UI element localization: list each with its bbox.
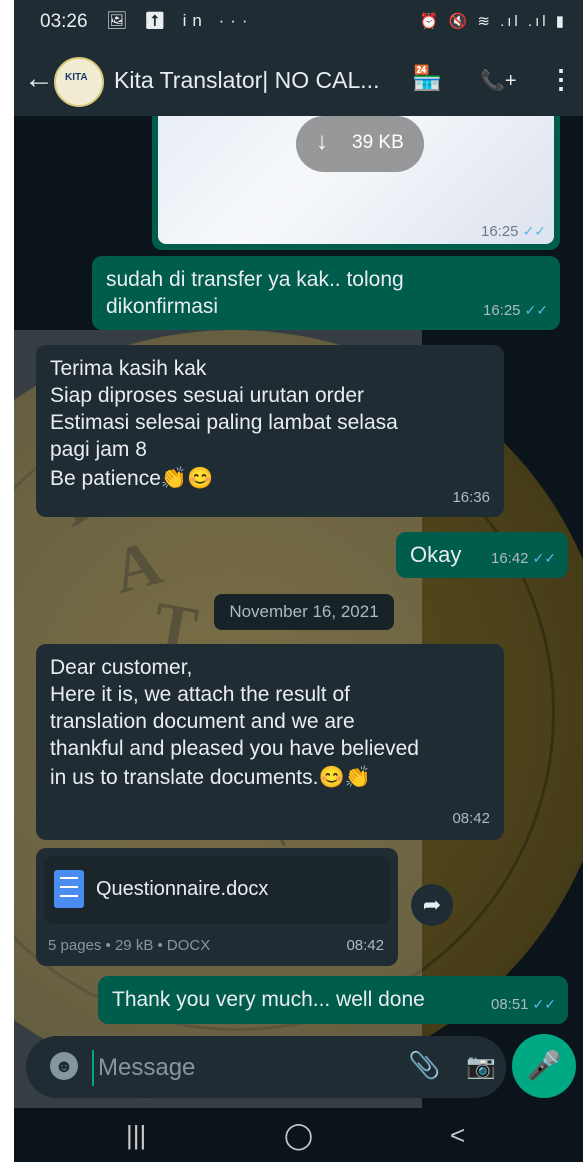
file-message[interactable]: Questionnaire.docx 5 pages • 29 kB • DOC… [36,848,398,966]
emoji-icon[interactable]: ☻ [50,1052,78,1080]
message-text: Thank you very much... well done [112,988,425,1011]
status-time: 03:26 [40,11,88,32]
message-text: Okay [410,542,462,567]
system-nav-bar: ||| ◯ < [14,1108,583,1162]
read-ticks-icon: ✓✓ [522,223,546,239]
date-divider: November 16, 2021 [214,594,394,630]
file-meta: 5 pages • 29 kB • DOCX [48,937,211,954]
recents-icon[interactable]: ||| [126,1120,146,1151]
home-icon[interactable]: ◯ [284,1120,313,1151]
time-text: 08:51 [490,996,529,1013]
incoming-message[interactable]: Dear customer, Here it is, we attach the… [36,644,504,840]
message-line: Siap diproses sesuai urutan order [50,384,365,407]
store-icon[interactable]: 🏪 [412,64,442,93]
download-size: 39 KB [352,132,404,153]
message-line: Be patience👏😊 [50,467,214,490]
attach-icon[interactable]: 📎 [408,1050,440,1081]
system-icons: ⏰ 🔇 ≋ .ıl .ıl ▮ [419,13,567,30]
message-line: dikonfirmasi [106,295,219,318]
read-ticks-icon: ✓✓ [532,550,556,566]
message-text: Dear customer, Here it is, we attach the… [50,654,419,791]
add-call-icon[interactable]: 📞+ [480,68,517,93]
avatar[interactable]: KITA [54,57,104,107]
file-name: Questionnaire.docx [96,878,269,900]
outgoing-message[interactable]: sudah di transfer ya kak.. tolong dikonf… [92,256,560,330]
notification-icons: 🖼 ⬆ in ··· [106,11,254,30]
document-icon [54,870,84,908]
camera-icon[interactable]: 📷 [466,1052,496,1081]
time-text: 16:25 [480,223,519,240]
message-time: 16:25 ✓✓ [481,223,546,240]
message-time: 08:42 [452,810,490,827]
mic-button[interactable]: 🎤 [512,1034,576,1098]
chat-header: ← KITA Kita Translator| NO CAL... 🏪 📞+ ⋮ [14,46,583,116]
forward-icon[interactable]: ➦ [411,884,453,926]
message-time: 16:36 [452,489,490,506]
outgoing-message[interactable]: Thank you very much... well done 08:51 ✓✓ [98,976,568,1024]
message-time: 16:25 ✓✓ [483,297,548,324]
message-line: Dear customer, [50,656,193,679]
file-attachment[interactable]: Questionnaire.docx [44,856,390,924]
time-text: 16:25 [482,302,521,319]
back-arrow-icon[interactable]: ← [24,62,54,96]
message-text: Terima kasih kak Siap diproses sesuai ur… [50,355,398,492]
status-bar: 03:26 🖼 ⬆ in ··· ⏰ 🔇 ≋ .ıl .ıl ▮ [14,0,583,46]
chat-title[interactable]: Kita Translator| NO CAL... [114,67,379,94]
message-composer: ☻ 📎 📷 [26,1036,506,1098]
more-options-icon[interactable]: ⋮ [548,64,574,95]
incoming-message[interactable]: Terima kasih kak Siap diproses sesuai ur… [36,345,504,517]
message-line: Terima kasih kak [50,357,207,380]
message-input[interactable] [92,1050,400,1086]
nav-back-icon[interactable]: < [450,1120,465,1151]
time-text: 16:42 [490,550,529,567]
message-line: in us to translate documents.😊👏 [50,766,371,789]
message-time: 08:42 [346,937,384,954]
image-message[interactable]: ↓ 39 KB 16:25 ✓✓ [152,116,560,250]
message-line: Estimasi selesai paling lambat selasa [50,411,398,434]
download-icon: ↓ [316,128,328,155]
avatar-logo-text: KITA [65,72,88,83]
download-button[interactable]: ↓ 39 KB [296,116,424,172]
read-ticks-icon: ✓✓ [524,302,548,318]
chat-screen: K A T O L I K 03:26 🖼 ⬆ in ··· ⏰ 🔇 ≋ .ıl… [14,0,583,1162]
message-line: translation document and we are [50,710,355,733]
message-line: sudah di transfer ya kak.. tolong [106,268,404,291]
message-line: thankful and pleased you have believed [50,737,419,760]
read-ticks-icon: ✓✓ [532,996,556,1012]
message-time: 08:51 ✓✓ [491,991,556,1018]
message-time: 16:42 ✓✓ [491,545,556,572]
message-line: Here it is, we attach the result of [50,683,350,706]
message-line: pagi jam 8 [50,438,147,461]
message-text: sudah di transfer ya kak.. tolong dikonf… [106,266,404,320]
outgoing-message[interactable]: Okay 16:42 ✓✓ [396,532,568,578]
